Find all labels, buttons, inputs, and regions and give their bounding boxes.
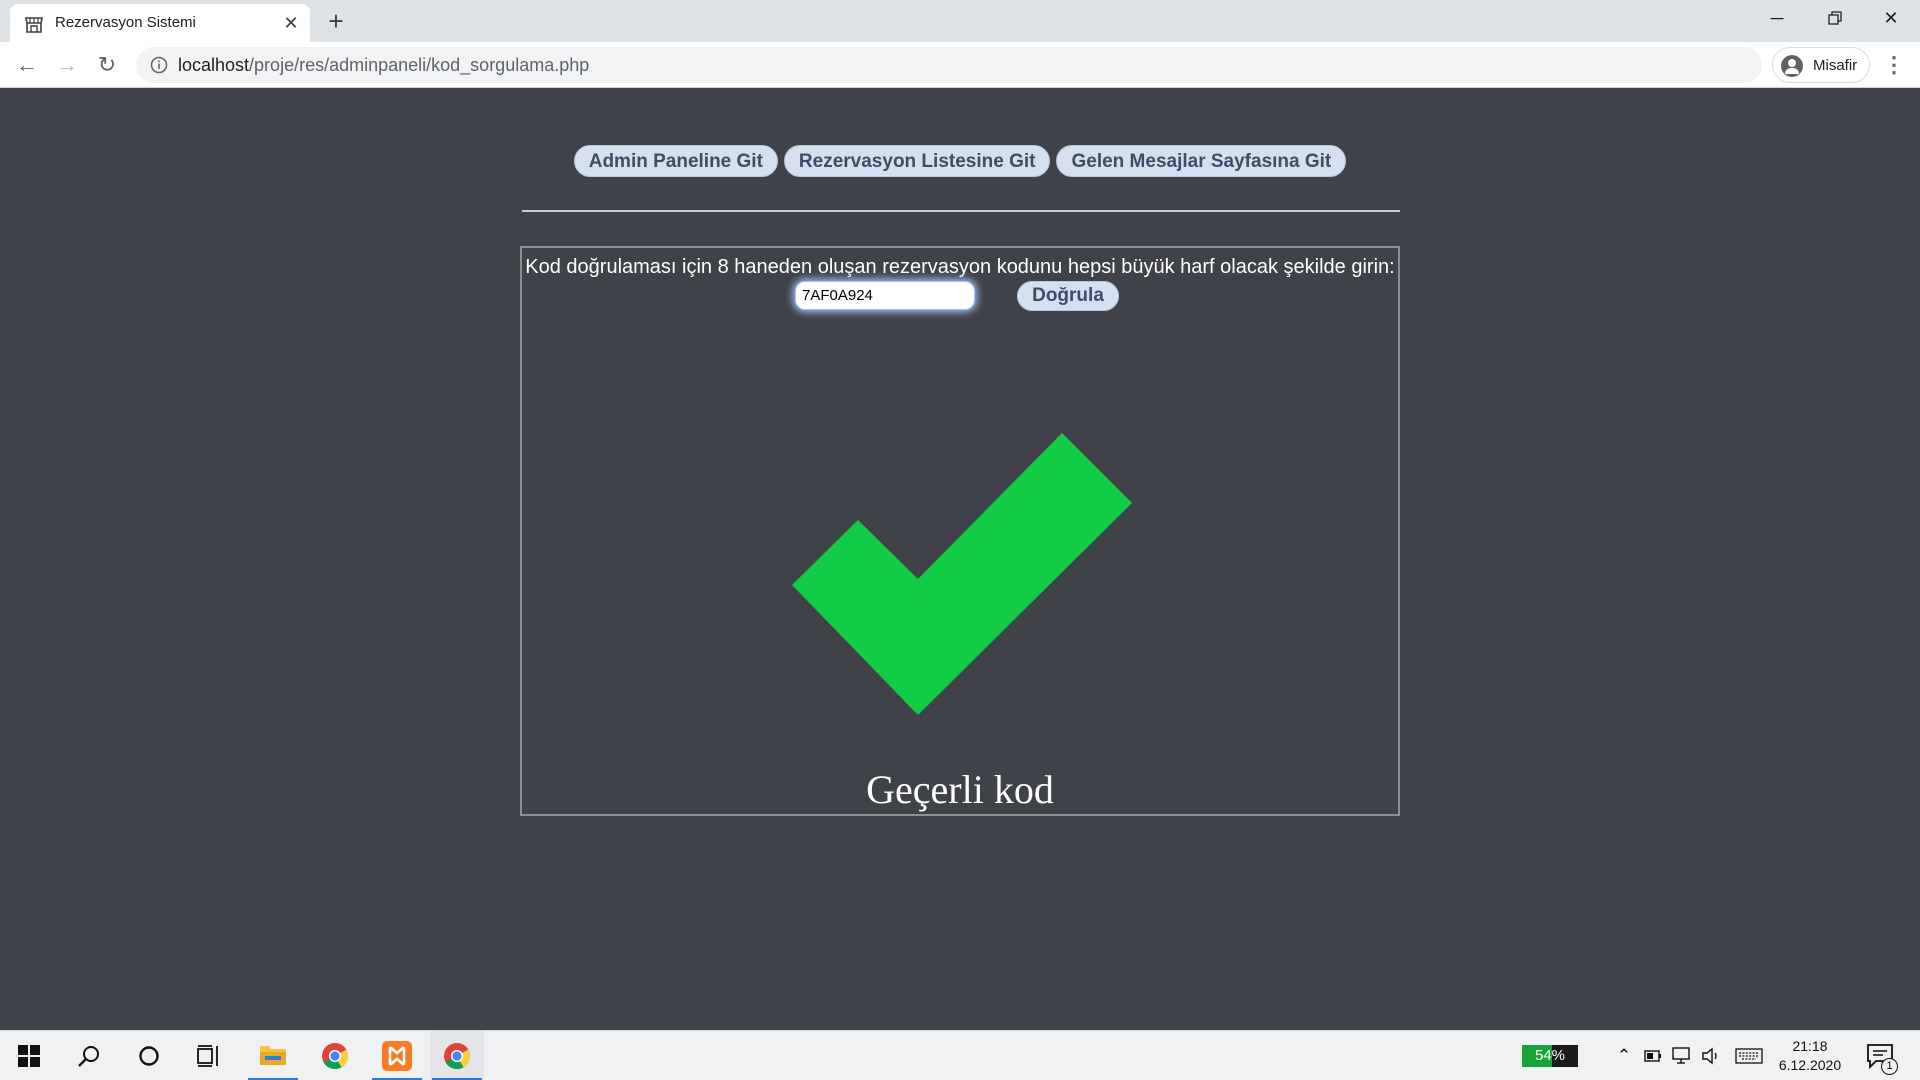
back-arrow-icon[interactable]: ← [11, 49, 43, 81]
chevron-up-icon[interactable]: ⌃ [1612, 1043, 1636, 1069]
file-explorer-button[interactable] [246, 1031, 300, 1080]
url-path: /proje/res/adminpaneli/kod_sorgulama.php [249, 55, 590, 75]
url-host: localhost [178, 55, 250, 75]
store-icon [25, 17, 43, 33]
network-icon[interactable] [1670, 1043, 1694, 1069]
xampp-button[interactable] [370, 1031, 424, 1080]
window-close-button[interactable]: ✕ [1862, 0, 1920, 36]
result-text: Geçerli kod [866, 767, 1054, 812]
close-icon[interactable]: ✕ [280, 12, 302, 34]
avatar-icon [1781, 55, 1803, 77]
browser-tab[interactable]: Rezervasyon Sistemi ✕ [10, 4, 310, 42]
url-text: localhost/proje/res/adminpaneli/kod_sorg… [178, 55, 589, 76]
battery-indicator[interactable]: 54% [1522, 1045, 1578, 1067]
task-view-button[interactable] [182, 1031, 236, 1080]
battery-icon[interactable] [1641, 1043, 1665, 1069]
cortana-icon [139, 1046, 159, 1066]
info-icon[interactable] [150, 56, 168, 74]
restore-button[interactable] [1806, 0, 1864, 36]
clock-date: 6.12.2020 [1778, 1057, 1842, 1073]
reload-icon[interactable]: ↻ [91, 49, 123, 81]
keyboard-icon[interactable] [1734, 1043, 1764, 1069]
admin-panel-button[interactable]: Admin Paneline Git [573, 145, 778, 177]
profile-button[interactable]: Misafir [1772, 47, 1870, 83]
chrome-icon [444, 1043, 471, 1070]
cortana-button[interactable] [122, 1031, 176, 1080]
checkmark-icon [792, 433, 1132, 715]
chrome-icon [322, 1043, 349, 1070]
address-bar[interactable]: localhost/proje/res/adminpaneli/kod_sorg… [136, 47, 1762, 83]
browser-toolbar: ← → ↻ localhost/proje/res/adminpaneli/ko… [0, 42, 1920, 88]
xampp-icon [382, 1041, 412, 1071]
divider [522, 210, 1400, 212]
battery-percent: 54% [1534, 1047, 1566, 1064]
start-button[interactable] [2, 1031, 56, 1080]
clock[interactable]: 21:18 6.12.2020 [1770, 1037, 1850, 1075]
reservation-list-button[interactable]: Rezervasyon Listesine Git [783, 145, 1051, 177]
volume-icon[interactable] [1699, 1043, 1723, 1069]
profile-label: Misafir [1813, 57, 1858, 74]
tab-title: Rezervasyon Sistemi [55, 14, 196, 31]
notification-count: 1 [1881, 1058, 1898, 1075]
messages-button[interactable]: Gelen Mesajlar Sayfasına Git [1056, 145, 1347, 177]
forward-arrow-icon[interactable]: → [51, 49, 83, 81]
restore-icon [1828, 11, 1842, 25]
admin-nav: Admin Paneline Git Rezervasyon Listesine… [0, 145, 1920, 177]
code-verification-panel: Kod doğrulaması için 8 haneden oluşan re… [520, 246, 1400, 816]
browser-tabstrip: Rezervasyon Sistemi ✕ + ─ ✕ [0, 0, 1920, 42]
taskbar: 54% ⌃ 21:18 6.12.2020 1 [0, 1030, 1920, 1080]
clock-time: 21:18 [1792, 1038, 1828, 1054]
search-button[interactable] [62, 1031, 116, 1080]
search-icon [78, 1046, 99, 1067]
chrome-button[interactable] [308, 1031, 362, 1080]
code-input[interactable] [795, 281, 975, 310]
minimize-button[interactable]: ─ [1748, 0, 1806, 36]
chrome-active-button[interactable] [430, 1031, 484, 1080]
new-tab-button[interactable]: + [322, 8, 350, 36]
windows-icon [18, 1045, 40, 1067]
folder-icon [260, 1046, 286, 1065]
verify-button[interactable]: Doğrula [1017, 281, 1119, 311]
instruction-text: Kod doğrulaması için 8 haneden oluşan re… [525, 256, 1395, 278]
more-menu-icon[interactable]: ⋮ [1880, 49, 1908, 81]
task-view-icon [197, 1045, 218, 1067]
